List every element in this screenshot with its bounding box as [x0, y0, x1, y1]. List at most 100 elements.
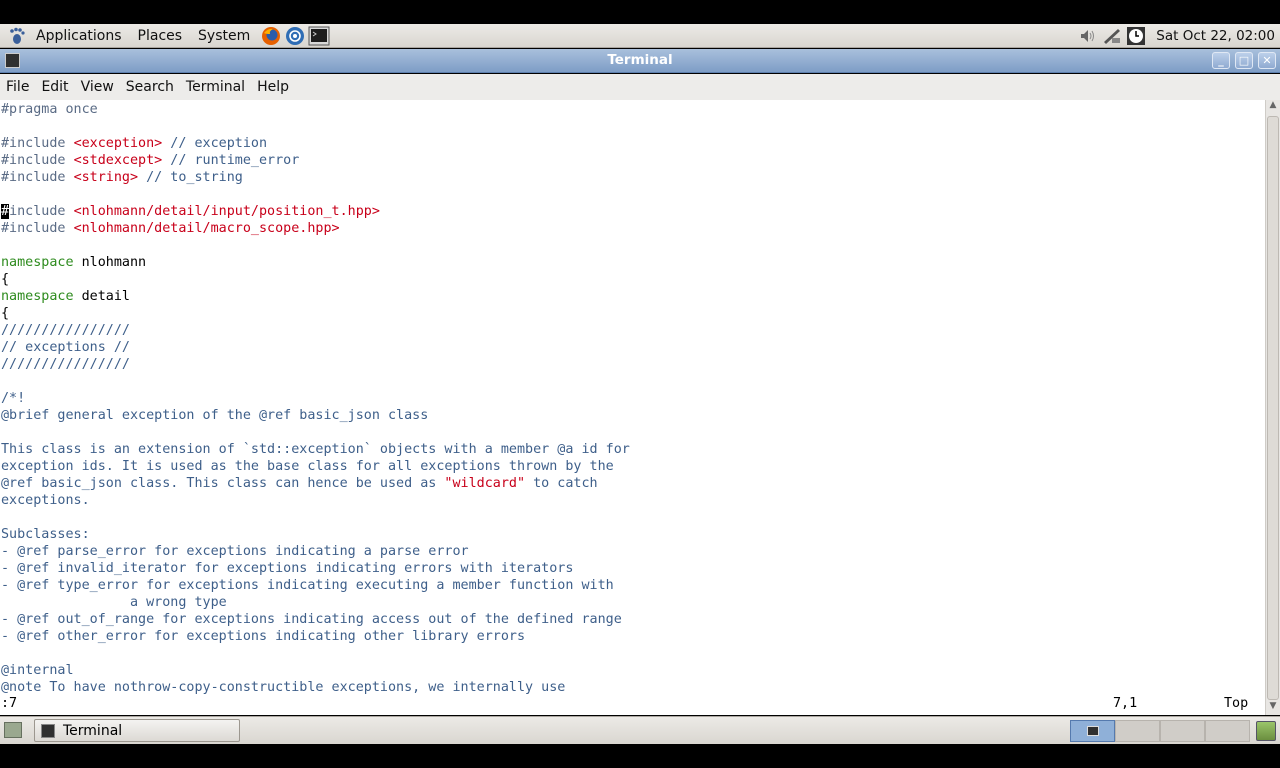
trash-icon[interactable]: [1256, 721, 1276, 741]
code-line: exception ids. It is used as the base cl…: [1, 458, 614, 475]
code-line: #pragma once: [1, 101, 98, 118]
code-token: - @ref out_of_range for exceptions indic…: [1, 612, 622, 627]
volume-icon[interactable]: [1078, 26, 1098, 46]
minimize-button[interactable]: _: [1212, 52, 1230, 69]
menu-search[interactable]: Search: [120, 79, 180, 95]
workspace-4[interactable]: [1205, 720, 1250, 742]
menu-view[interactable]: View: [75, 79, 120, 95]
code-token: // exceptions //: [1, 340, 130, 355]
code-token: exception ids. It is used as the base cl…: [1, 459, 614, 474]
network-icon[interactable]: [1102, 26, 1122, 46]
code-token: detail: [73, 289, 130, 304]
code-token: namespace: [1, 289, 74, 304]
code-token: @internal: [1, 663, 74, 678]
code-token: to catch: [525, 476, 598, 491]
code-token: - @ref invalid_iterator for exceptions i…: [1, 561, 574, 576]
code-token: a wrong type: [1, 595, 227, 610]
close-button[interactable]: ✕: [1258, 52, 1276, 69]
workspace-3[interactable]: [1160, 720, 1205, 742]
terminal-view[interactable]: #pragma once #include <exception> // exce…: [0, 100, 1265, 715]
code-line: #include <stdexcept> // runtime_error: [1, 152, 299, 169]
window-title: Terminal: [607, 52, 673, 68]
code-token: nlohmann: [73, 255, 147, 270]
code-line: @internal: [1, 662, 74, 679]
vim-cursor-position: 7,1: [1113, 696, 1138, 711]
code-line: @ref basic_json class. This class can he…: [1, 475, 598, 492]
terminal-scrollbar[interactable]: ▲ ▼: [1265, 100, 1280, 715]
code-token: // to_string: [138, 170, 243, 185]
menu-terminal[interactable]: Terminal: [180, 79, 251, 95]
clock[interactable]: Sat Oct 22, 02:00: [1156, 28, 1275, 44]
code-line: exceptions.: [1, 492, 90, 509]
code-token: {: [1, 306, 10, 321]
firefox-launcher-icon[interactable]: [260, 25, 282, 47]
taskbar-terminal-button[interactable]: Terminal: [34, 719, 240, 742]
maximize-button[interactable]: □: [1235, 52, 1253, 69]
code-line: ////////////////: [1, 322, 130, 339]
code-token: - @ref type_error for exceptions indicat…: [1, 578, 614, 593]
code-line: a wrong type: [1, 594, 227, 611]
workspace-switcher[interactable]: [1070, 720, 1250, 742]
code-token: "wildcard": [444, 476, 526, 491]
code-token: <stdexcept>: [73, 153, 163, 168]
code-token: include: [9, 204, 74, 219]
code-token: #include: [1, 221, 74, 236]
terminal-task-icon: [41, 723, 55, 738]
code-line: @note To have nothrow-copy-constructible…: [1, 679, 565, 696]
vim-scroll-position: Top: [1224, 696, 1249, 711]
code-token: #include: [1, 136, 74, 151]
code-token: namespace: [1, 255, 74, 270]
code-line: - @ref parse_error for exceptions indica…: [1, 543, 469, 560]
code-token: This class is an extension of `std::exce…: [1, 442, 630, 457]
code-token: exceptions.: [1, 493, 90, 508]
code-token: Subclasses:: [1, 527, 90, 542]
notification-area: Sat Oct 22, 02:00: [1078, 24, 1275, 48]
scrollbar-thumb[interactable]: [1267, 116, 1279, 700]
code-line: Subclasses:: [1, 526, 90, 543]
code-line: namespace nlohmann: [1, 254, 146, 271]
code-line: ////////////////: [1, 356, 130, 373]
gnome-foot-icon[interactable]: [8, 27, 26, 45]
code-token: // runtime_error: [162, 153, 300, 168]
scroll-down-arrow-icon[interactable]: ▼: [1266, 701, 1280, 715]
code-line: - @ref type_error for exceptions indicat…: [1, 577, 614, 594]
code-token: ////////////////: [1, 357, 130, 372]
code-token: #include: [1, 170, 74, 185]
code-line: namespace detail: [1, 288, 130, 305]
code-token: <string>: [73, 170, 139, 185]
system-menu[interactable]: System: [190, 24, 258, 48]
code-token: ////////////////: [1, 323, 130, 338]
top-panel: Applications Places System Sat Oct 22, 0…: [0, 24, 1280, 48]
menu-file[interactable]: File: [0, 79, 35, 95]
code-token: @note To have nothrow-copy-constructible…: [1, 680, 566, 695]
code-token: - @ref parse_error for exceptions indica…: [1, 544, 469, 559]
code-token: #pragma once: [1, 102, 98, 117]
code-token: <exception>: [73, 136, 163, 151]
menubar: File Edit View Search Terminal Help: [0, 74, 1280, 100]
scroll-up-arrow-icon[interactable]: ▲: [1266, 100, 1280, 114]
terminal-launcher-icon[interactable]: [308, 25, 330, 47]
applications-menu[interactable]: Applications: [28, 24, 130, 48]
mail-launcher-icon[interactable]: [284, 25, 306, 47]
places-menu[interactable]: Places: [130, 24, 191, 48]
code-line: #include <string> // to_string: [1, 169, 243, 186]
show-desktop-icon[interactable]: [4, 722, 22, 738]
code-line: - @ref other_error for exceptions indica…: [1, 628, 525, 645]
code-line: - @ref out_of_range for exceptions indic…: [1, 611, 622, 628]
taskbar-terminal-label: Terminal: [63, 722, 123, 739]
code-token: <nlohmann/detail/macro_scope.hpp>: [73, 221, 340, 236]
workspace-1[interactable]: [1070, 720, 1115, 742]
code-token: <nlohmann/detail/input/position_t.hpp>: [73, 204, 380, 219]
code-token: @ref basic_json class. This class can he…: [1, 476, 445, 491]
window-titlebar[interactable]: Terminal _ □ ✕: [0, 49, 1280, 73]
workspace-2[interactable]: [1115, 720, 1160, 742]
clock-icon: [1126, 26, 1146, 46]
code-token: // exception: [162, 136, 268, 151]
code-token: {: [1, 272, 10, 287]
code-line: #include <exception> // exception: [1, 135, 267, 152]
code-token: - @ref other_error for exceptions indica…: [1, 629, 526, 644]
menu-edit[interactable]: Edit: [35, 79, 74, 95]
menu-help[interactable]: Help: [251, 79, 295, 95]
code-token: #include: [1, 153, 74, 168]
code-line: #include <nlohmann/detail/macro_scope.hp…: [1, 220, 340, 237]
